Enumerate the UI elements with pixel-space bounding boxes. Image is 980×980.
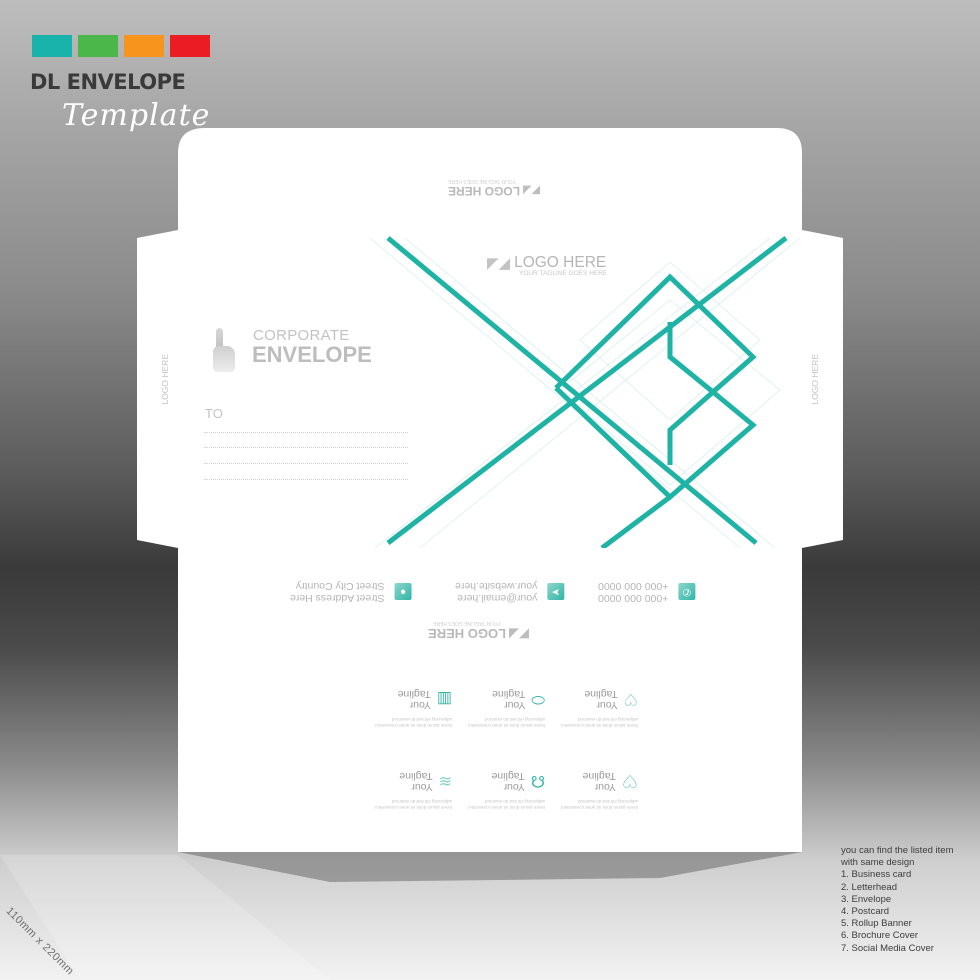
feature-title: Tagline: [582, 770, 616, 782]
feature-desc: lorem ipsum dolor sit amet consectetur a…: [467, 717, 545, 728]
feature-block: lorem ipsum dolor sit amet consectetur a…: [548, 770, 638, 810]
feature-desc: lorem ipsum dolor sit amet consectetur a…: [374, 717, 452, 728]
feature-title: Tagline: [492, 688, 526, 700]
stethoscope-icon: ☊: [530, 772, 545, 789]
side-logo-right: LOGO HERE: [810, 354, 820, 405]
feature-title: Your: [504, 699, 526, 711]
list-item: 7. Social Media Cover: [841, 942, 934, 954]
logo-tagline: YOUR TAGLINE GOES HERE: [433, 620, 502, 626]
layers-icon: ≋: [438, 772, 452, 789]
feature-desc: lorem ipsum dolor sit amet consectetur a…: [560, 799, 638, 810]
to-label: TO: [205, 406, 223, 421]
hospital-bag-icon: ▥: [436, 690, 452, 707]
feature-title: Tagline: [584, 688, 618, 700]
email-text: your@email.here: [457, 592, 538, 604]
logo-tagline: YOUR TAGLINE GOES HERE: [448, 178, 516, 184]
list-item: 3. Envelope: [841, 893, 892, 905]
feature-title: Tagline: [491, 770, 525, 782]
phone-icon: ✆: [678, 583, 696, 601]
feature-title: Your: [409, 699, 431, 711]
send-icon: ➤: [547, 583, 565, 601]
website-text: your.website.here: [455, 580, 538, 592]
feature-block: lorem ipsum dolor sit amet consectetur a…: [455, 770, 545, 810]
feature-block: lorem ipsum dolor sit amet consectetur a…: [455, 688, 545, 728]
list-item: 5. Rollup Banner: [841, 918, 912, 930]
feature-block: lorem ipsum dolor sit amet consectetur a…: [548, 688, 638, 728]
phone-text: +000 000 0000: [598, 580, 669, 592]
front-logo: ◤◢ LOGO HERE YOUR TAGLINE GOES HERE: [487, 254, 607, 277]
top-flap-logo: ◤◢ LOGO HERE YOUR TAGLINE GOES HERE: [448, 178, 540, 198]
note-intro: you can find the listed item: [841, 845, 954, 856]
location-pin-icon: ●: [394, 583, 412, 601]
feature-title: Your: [503, 781, 525, 793]
logo-mark-icon: ◤◢: [509, 627, 530, 642]
logo-name: LOGO HERE: [448, 184, 521, 198]
bottom-flap-logo: ◤◢ LOGO HERE YOUR TAGLINE GOES HERE: [428, 620, 529, 642]
logo-mark-icon: ◤◢: [523, 184, 540, 197]
note-intro: with same design: [841, 857, 915, 869]
feature-block: lorem ipsum dolor sit amet consectetur a…: [362, 770, 452, 810]
list-item: 4. Postcard: [841, 906, 890, 918]
address-line: Street Address Here: [290, 592, 385, 604]
heading-bold: ENVELOPE: [252, 342, 372, 367]
hand-pointer-icon: [210, 324, 236, 374]
envelope-die-cut: [0, 128, 843, 980]
address-line-2[interactable]: [204, 447, 408, 448]
heart-icon: ♡: [621, 771, 638, 792]
feature-title: Your: [411, 781, 433, 793]
pill-icon: ⬭: [531, 691, 545, 708]
feature-block: lorem ipsum dolor sit amet consectetur a…: [362, 688, 452, 728]
logo-tagline: YOUR TAGLINE GOES HERE: [519, 270, 608, 277]
address-line-4[interactable]: [204, 479, 408, 480]
address-line: Street City Country: [295, 580, 385, 592]
feature-desc: lorem ipsum dolor sit amet consectetur a…: [374, 799, 452, 810]
feature-desc: lorem ipsum dolor sit amet consectetur a…: [560, 717, 638, 728]
address-line-1[interactable]: [204, 432, 408, 433]
contact-address: ● Street Address Here Street City Countr…: [290, 580, 412, 604]
feature-title: Your: [594, 781, 616, 793]
list-item: 6. Brochure Cover: [841, 930, 919, 942]
side-logo-left: LOGO HERE: [160, 354, 170, 405]
contact-web: ➤ your@email.here your.website.here: [455, 580, 565, 604]
feature-title: Your: [596, 699, 618, 711]
contact-phone: ✆ +000 000 0000 +000 000 0000: [598, 580, 696, 604]
feature-title: Tagline: [399, 770, 433, 782]
phone-text: +000 000 0000: [598, 592, 669, 604]
feature-title: Tagline: [397, 688, 431, 700]
logo-mark-icon: ◤◢: [487, 255, 511, 272]
address-line-3[interactable]: [204, 463, 408, 464]
list-item: 1. Business card: [841, 869, 912, 881]
feature-desc: lorem ipsum dolor sit amet consectetur a…: [467, 799, 545, 810]
items-note: you can find the listed item with same d…: [841, 845, 953, 955]
floor-reflection: [0, 855, 330, 980]
list-item: 2. Letterhead: [841, 881, 897, 893]
hand-heart-icon: ♡: [623, 690, 638, 707]
logo-name: LOGO HERE: [428, 626, 507, 642]
envelope-body: [137, 128, 843, 852]
envelope-shadow: [178, 852, 802, 882]
